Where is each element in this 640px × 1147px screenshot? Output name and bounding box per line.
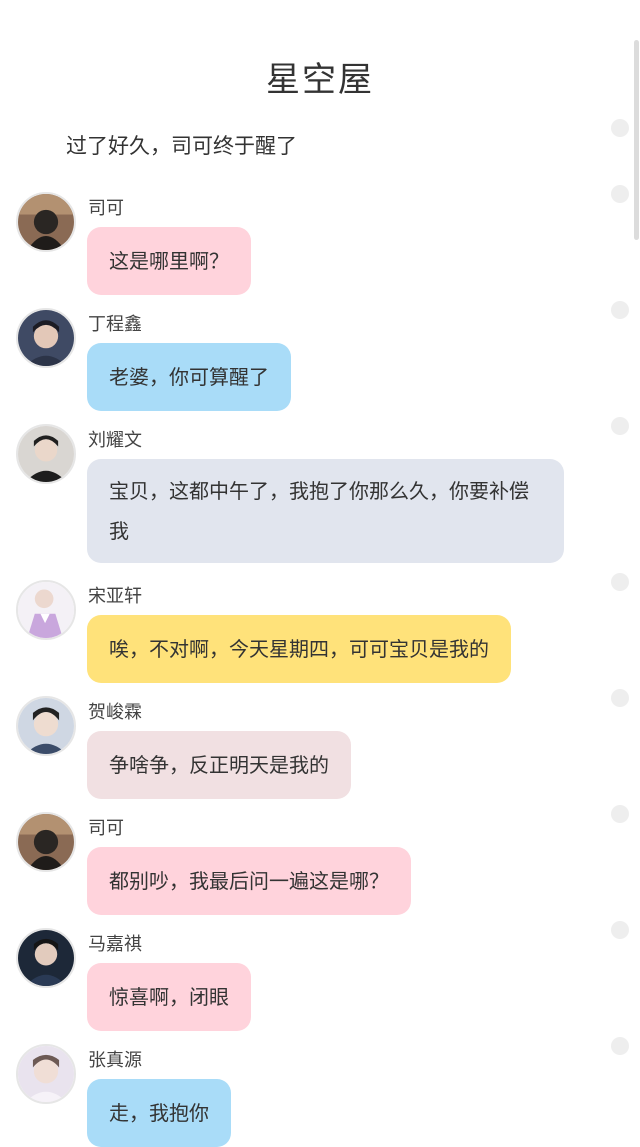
sender-name: 丁程鑫 bbox=[88, 314, 142, 335]
avatar-liu[interactable] bbox=[16, 424, 76, 484]
sender-name: 刘耀文 bbox=[88, 430, 142, 451]
message-bubble[interactable]: 争啥争，反正明天是我的 bbox=[87, 731, 351, 799]
message-option-dot[interactable] bbox=[611, 805, 629, 823]
message-option-dot[interactable] bbox=[611, 417, 629, 435]
message-bubble[interactable]: 惊喜啊，闭眼 bbox=[87, 963, 251, 1031]
avatar-ma[interactable] bbox=[16, 928, 76, 988]
message-bubble[interactable]: 走，我抱你 bbox=[87, 1079, 231, 1147]
message-option-dot[interactable] bbox=[611, 921, 629, 939]
message-option-dot[interactable] bbox=[611, 185, 629, 203]
message-bubble[interactable]: 宝贝，这都中午了，我抱了你那么久，你要补偿我 bbox=[87, 459, 564, 563]
message-option-dot[interactable] bbox=[611, 301, 629, 319]
message-bubble[interactable]: 都别吵，我最后问一遍这是哪？ bbox=[87, 847, 411, 915]
sender-name: 司可 bbox=[88, 818, 124, 839]
avatar-song[interactable] bbox=[16, 580, 76, 640]
avatar-sike[interactable] bbox=[16, 192, 76, 252]
message-option-dot[interactable] bbox=[611, 119, 629, 137]
message-option-dot[interactable] bbox=[611, 1037, 629, 1055]
message-bubble[interactable]: 老婆，你可算醒了 bbox=[87, 343, 291, 411]
avatar-he[interactable] bbox=[16, 696, 76, 756]
sender-name: 司可 bbox=[88, 198, 124, 219]
sender-name: 张真源 bbox=[88, 1050, 142, 1071]
scrollbar[interactable] bbox=[634, 40, 639, 240]
message-bubble[interactable]: 唉，不对啊，今天星期四，可可宝贝是我的 bbox=[87, 615, 511, 683]
message-bubble[interactable]: 这是哪里啊？ bbox=[87, 227, 251, 295]
narration-text: 过了好久，司可终于醒了 bbox=[66, 134, 297, 158]
avatar-zhang[interactable] bbox=[16, 1044, 76, 1104]
page-title: 星空屋 bbox=[266, 60, 374, 100]
sender-name: 宋亚轩 bbox=[88, 586, 142, 607]
message-option-dot[interactable] bbox=[611, 689, 629, 707]
message-option-dot[interactable] bbox=[611, 573, 629, 591]
sender-name: 马嘉祺 bbox=[88, 934, 142, 955]
sender-name: 贺峻霖 bbox=[88, 702, 142, 723]
avatar-sike[interactable] bbox=[16, 812, 76, 872]
avatar-ding[interactable] bbox=[16, 308, 76, 368]
